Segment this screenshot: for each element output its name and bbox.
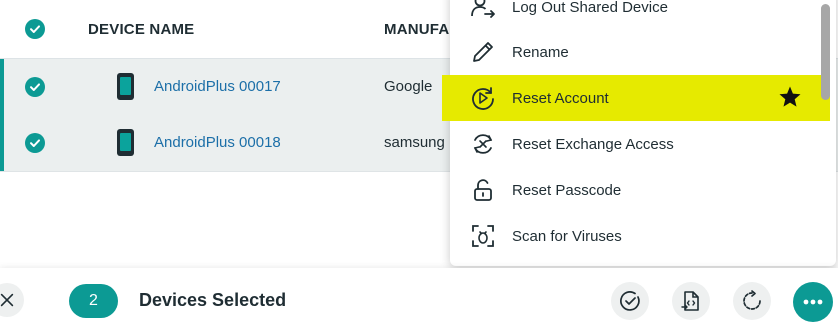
menu-scrollbar[interactable] — [821, 4, 830, 100]
menu-item-reset-account[interactable]: Reset Account — [442, 75, 830, 121]
menu-item-rename[interactable]: Rename — [450, 29, 822, 75]
selected-count-badge: 2 — [69, 284, 118, 318]
ellipsis-icon — [803, 299, 823, 305]
deploy-script-button[interactable] — [672, 282, 710, 320]
script-document-icon — [681, 291, 699, 311]
menu-item-label: Reset Account — [512, 89, 609, 107]
logout-user-icon — [471, 0, 495, 18]
menu-item-reset-exchange-access[interactable]: Reset Exchange Access — [450, 121, 822, 167]
more-actions-menu: Log Out Shared Device Rename Reset Accou… — [442, 0, 836, 266]
menu-item-label: Rename — [512, 43, 569, 61]
unlock-icon — [474, 179, 492, 201]
device-name-link[interactable]: AndroidPlus 00018 — [154, 134, 281, 151]
row-checkbox[interactable] — [25, 77, 45, 97]
check-circle-icon — [620, 291, 640, 311]
clear-selection-button[interactable] — [0, 283, 24, 317]
row-selected-indicator — [0, 115, 4, 171]
menu-item-label: Reset Passcode — [512, 181, 622, 199]
pencil-icon — [473, 42, 493, 62]
menu-item-label: Reset Exchange Access — [512, 135, 674, 153]
selected-count-label: Devices Selected — [139, 290, 287, 310]
exchange-reset-icon — [473, 134, 493, 154]
manufacturer-cell: Google — [384, 78, 433, 95]
android-phone-icon — [117, 73, 134, 100]
menu-item-reset-passcode[interactable]: Reset Passcode — [450, 167, 822, 213]
android-phone-icon — [117, 129, 134, 156]
checkmark-icon — [30, 139, 40, 147]
menu-item-scan-for-viruses[interactable]: Scan for Viruses — [450, 213, 822, 259]
row-checkbox[interactable] — [25, 133, 45, 153]
column-header-manufacturer[interactable]: MANUFAC — [384, 21, 460, 38]
sync-icon — [743, 290, 761, 310]
more-actions-button[interactable] — [793, 282, 833, 322]
check-compliance-button[interactable] — [611, 282, 649, 320]
menu-item-label: Log Out Shared Device — [512, 0, 668, 16]
sync-button[interactable] — [733, 282, 771, 320]
select-all-checkbox[interactable] — [25, 19, 45, 39]
column-header-device-name[interactable]: DEVICE NAME — [88, 21, 194, 38]
checkmark-icon — [30, 83, 40, 91]
selection-action-bar: 2 Devices Selected — [0, 268, 838, 329]
manufacturer-cell: samsung — [384, 134, 445, 151]
scan-bug-icon — [472, 225, 494, 247]
checkmark-icon — [30, 25, 40, 33]
menu-item-label: Scan for Viruses — [512, 227, 622, 245]
row-selected-indicator — [0, 59, 4, 115]
device-name-link[interactable]: AndroidPlus 00017 — [154, 78, 281, 95]
close-icon — [0, 293, 14, 307]
reset-account-icon — [472, 87, 494, 110]
menu-item-log-out-shared-device[interactable]: Log Out Shared Device — [450, 0, 822, 30]
star-icon — [779, 86, 801, 107]
